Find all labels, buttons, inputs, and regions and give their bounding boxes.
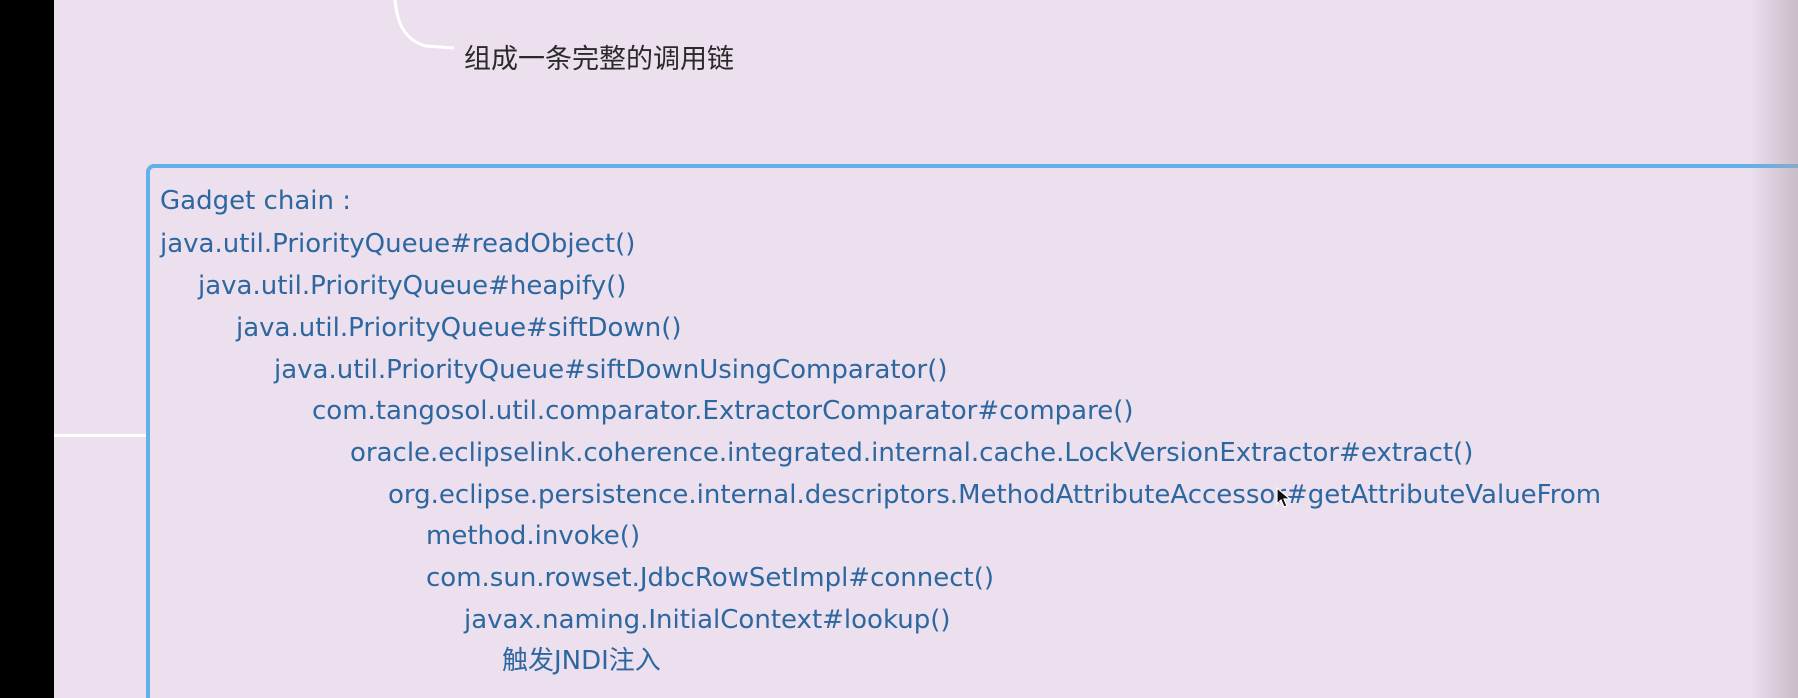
chain-line: java.util.PriorityQueue#heapify()	[198, 271, 627, 301]
chain-line: java.util.PriorityQueue#siftDownUsingCom…	[274, 355, 948, 385]
window-edge-shadow	[1750, 0, 1798, 698]
chain-line: java.util.PriorityQueue#readObject()	[160, 229, 636, 259]
mouse-pointer-icon	[1276, 487, 1292, 508]
chain-line: com.sun.rowset.JdbcRowSetImpl#connect()	[426, 563, 995, 593]
chain-line: org.eclipse.persistence.internal.descrip…	[388, 480, 1602, 510]
screen: 组成一条完整的调用链 Gadget chain : java.util.Prio…	[0, 0, 1798, 698]
chain-line: method.invoke()	[426, 521, 641, 551]
chain-line: java.util.PriorityQueue#siftDown()	[236, 313, 682, 343]
gadget-chain-box[interactable]: Gadget chain : java.util.PriorityQueue#r…	[146, 164, 1798, 698]
chain-line: oracle.eclipselink.coherence.integrated.…	[350, 438, 1474, 468]
branch-connector	[393, 0, 455, 50]
chain-line: 触发JNDI注入	[502, 646, 661, 676]
mindmap-canvas[interactable]: 组成一条完整的调用链 Gadget chain : java.util.Prio…	[54, 0, 1798, 698]
node-connector-line	[54, 434, 156, 437]
chain-line: javax.naming.InitialContext#lookup()	[464, 605, 951, 635]
chain-line: com.tangosol.util.comparator.ExtractorCo…	[312, 396, 1134, 426]
gadget-chain-header: Gadget chain :	[160, 186, 351, 216]
mindmap-node-label[interactable]: 组成一条完整的调用链	[464, 37, 734, 76]
